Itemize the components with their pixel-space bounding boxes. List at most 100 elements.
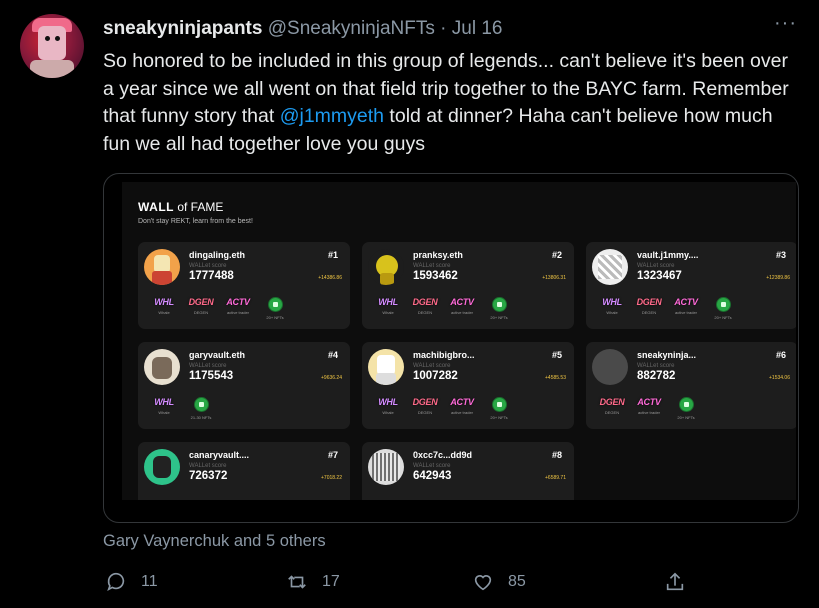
entry-name: machibigbro... [413, 350, 475, 360]
nft-coin-icon [715, 297, 731, 312]
entry-delta: +4585.53 [545, 375, 566, 381]
badge-text: DGEN [188, 297, 214, 307]
badge-sub: DEGEN [417, 310, 433, 315]
actv-badge: ACTV active trader [633, 397, 665, 415]
entry-rank: #1 [327, 250, 338, 260]
nft-avatar [144, 349, 180, 385]
badge-sub: 20+ NFTs [677, 415, 695, 420]
like-icon [474, 575, 492, 591]
entry-score: 726372 [189, 470, 228, 482]
nft-count-badge: 21-30 NFTs [185, 397, 217, 420]
nft-count-badge: 20+ NFTs [483, 297, 515, 320]
badge-sub: Whale [382, 410, 394, 415]
score-label: WALLet score [413, 463, 451, 469]
entry-rank: #4 [327, 350, 338, 360]
nft-avatar [368, 349, 404, 385]
badge-sub: active trader [674, 310, 697, 315]
score-label: WALLet score [413, 363, 451, 369]
badge-sub: active trader [637, 410, 660, 415]
entry-delta: +13806.31 [542, 275, 566, 281]
dgen-badge: DGEN DEGEN [633, 297, 665, 315]
whl-badge: WHL Whale [372, 397, 404, 415]
nft-count-badge: 20+ NFTs [259, 297, 291, 320]
nft-avatar [144, 249, 180, 285]
avatar-body [30, 60, 74, 78]
badge-sub: active trader [450, 310, 473, 315]
nft-avatar [144, 449, 180, 485]
tweet-date[interactable]: Jul 16 [452, 18, 503, 39]
badge-text: WHL [378, 397, 398, 407]
entry-rank: #5 [551, 350, 562, 360]
avatar-face [38, 26, 66, 60]
entry-name: dingaling.eth [189, 250, 245, 260]
liked-by-text[interactable]: Gary Vaynerchuk and 5 others [103, 532, 326, 551]
badge-text: DGEN [636, 297, 662, 307]
reply-count: 11 [141, 573, 158, 590]
entry-name: pranksy.eth [413, 250, 463, 260]
actv-badge: ACTV active trader [670, 297, 702, 315]
score-label: WALLet score [413, 263, 451, 269]
entry-delta: +1534.06 [769, 375, 790, 381]
whl-badge: WHL Whale [148, 297, 180, 315]
entry-delta: +9636.24 [321, 375, 342, 381]
whl-badge: WHL Whale [596, 297, 628, 315]
badge-sub: Whale [382, 310, 394, 315]
badge-text: ACTV [450, 297, 474, 307]
retweet-icon [288, 575, 306, 589]
score-label: WALLet score [189, 363, 227, 369]
title-rest: of FAME [174, 200, 224, 214]
nft-coin-icon [491, 397, 507, 412]
badge-text: DGEN [412, 397, 438, 407]
author-avatar[interactable] [20, 14, 84, 78]
separator: · [440, 18, 447, 39]
badge-sub: active trader [226, 310, 249, 315]
entry-score: 1323467 [637, 270, 682, 282]
dgen-badge: DGEN DEGEN [596, 397, 628, 415]
entry-score: 1007282 [413, 370, 458, 382]
reply-button[interactable]: 11 [105, 571, 158, 593]
entry-delta: +7018.22 [321, 475, 342, 481]
entry-score: 1777488 [189, 270, 234, 282]
badge-sub: DEGEN [417, 410, 433, 415]
more-icon[interactable]: ··· [774, 12, 797, 35]
entry-rank: #6 [775, 350, 786, 360]
score-label: WALLet score [189, 263, 227, 269]
actv-badge: ACTV active trader [446, 397, 478, 415]
nft-coin-icon [193, 397, 209, 412]
nft-count-badge: 20+ NFTs [483, 397, 515, 420]
entry-name: vault.j1mmy.... [637, 250, 699, 260]
entry-score: 882782 [637, 370, 676, 382]
nft-avatar [592, 349, 628, 385]
leaderboard-tile: vault.j1mmy.... WALLet score 1323467 #3 … [586, 242, 796, 329]
mention-link[interactable]: @j1mmyeth [280, 105, 384, 127]
retweet-count: 17 [322, 573, 340, 590]
entry-rank: #2 [551, 250, 562, 260]
avatar-eye [55, 36, 60, 41]
dgen-badge: DGEN DEGEN [409, 297, 441, 315]
badge-sub: active trader [450, 410, 473, 415]
entry-name: garyvault.eth [189, 350, 246, 360]
entry-score: 1175543 [189, 370, 234, 382]
nft-coin-icon [267, 297, 283, 312]
dgen-badge: DGEN DEGEN [185, 297, 217, 315]
entry-name: 0xcc7c...dd9d [413, 450, 473, 460]
like-button[interactable]: 85 [472, 571, 526, 593]
share-button[interactable] [664, 571, 686, 593]
leaderboard-tile: garyvault.eth WALLet score 1175543 #4 +9… [138, 342, 350, 429]
entry-score: 642943 [413, 470, 452, 482]
wall-of-fame-title: WALL of FAME [138, 200, 223, 214]
actv-badge: ACTV active trader [446, 297, 478, 315]
whl-badge: WHL Whale [148, 397, 180, 415]
badge-sub: DEGEN [193, 310, 209, 315]
media-card[interactable]: WALL of FAME Don't stay REKT, learn from… [103, 173, 799, 523]
display-name[interactable]: sneakyninjapants [103, 18, 262, 39]
title-bold: WALL [138, 200, 174, 214]
badge-sub: 20+ NFTs [490, 415, 508, 420]
nft-avatar [592, 249, 628, 285]
leaderboard-tile: dingaling.eth WALLet score 1777488 #1 +1… [138, 242, 350, 329]
entry-name: sneakyninja... [637, 350, 697, 360]
user-handle[interactable]: @SneakyninjaNFTs [268, 18, 435, 39]
nft-coin-icon [491, 297, 507, 312]
retweet-button[interactable]: 17 [286, 571, 340, 593]
nft-avatar [368, 249, 404, 285]
